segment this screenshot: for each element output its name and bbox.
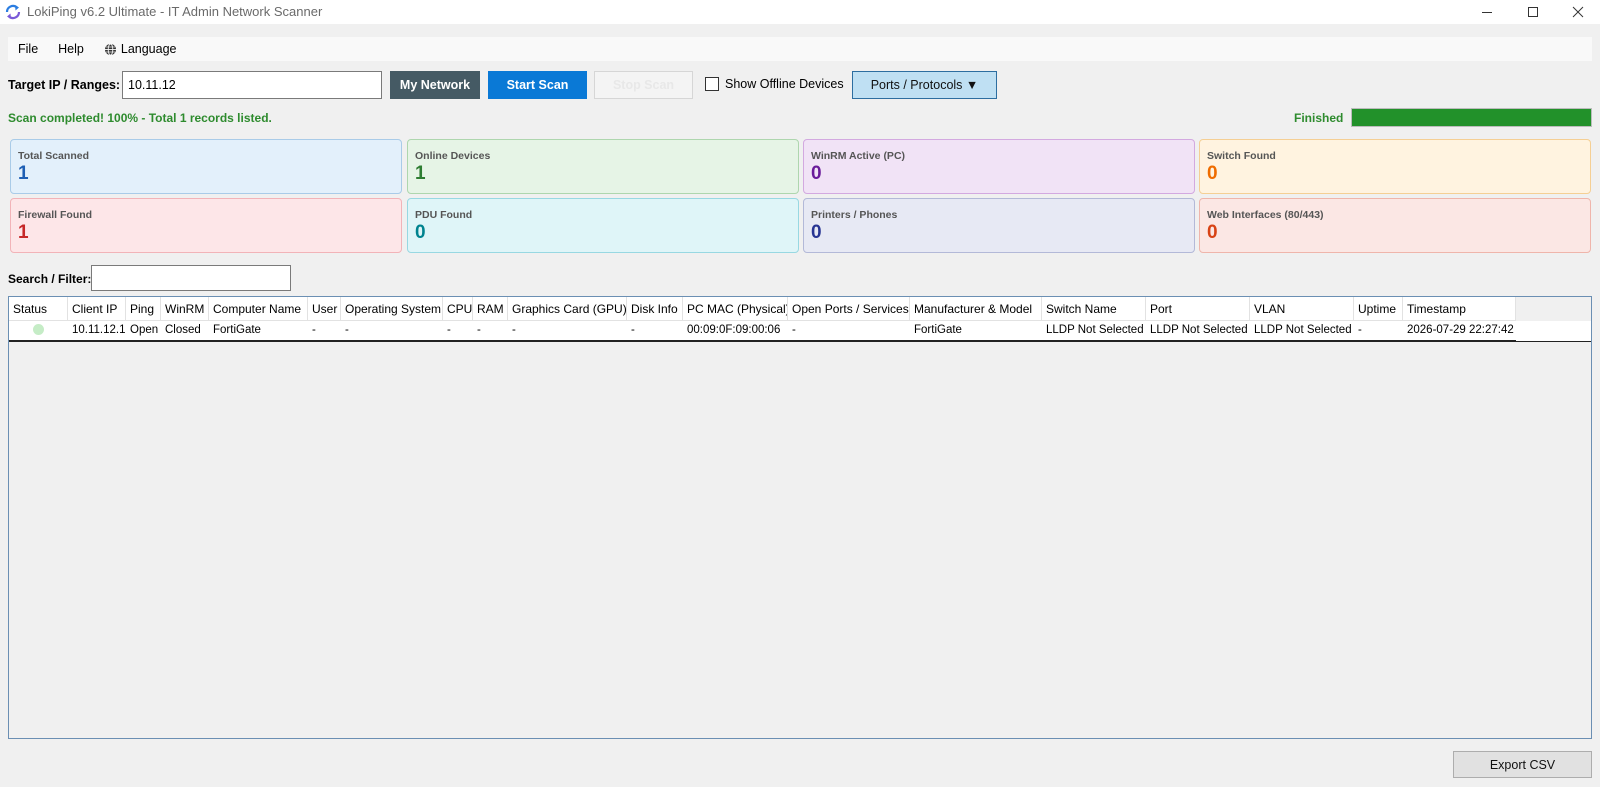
card-value: 0 [1207,222,1218,243]
column-header-pc-mac[interactable]: PC MAC (Physical) [683,297,788,321]
title-bar: LokiPing v6.2 Ultimate - IT Admin Networ… [0,0,1600,24]
cell-cpu: - [447,324,451,336]
column-header-port[interactable]: Port [1146,297,1250,321]
column-header-vlan[interactable]: VLAN [1250,297,1354,321]
cell-gpu: - [512,324,516,336]
card-title: WinRM Active (PC) [811,150,906,162]
my-network-button[interactable]: My Network [390,71,480,99]
search-label: Search / Filter: [8,272,92,286]
window-title: LokiPing v6.2 Ultimate - IT Admin Networ… [27,4,323,19]
column-header-gpu[interactable]: Graphics Card (GPU) [508,297,627,321]
minimize-icon [1482,12,1492,13]
cell-operating-system: - [345,324,349,336]
target-ip-input[interactable] [122,71,382,99]
export-csv-button[interactable]: Export CSV [1453,751,1592,778]
card-value: 0 [1207,163,1218,184]
card-printers-phones: Printers / Phones 0 [803,198,1195,253]
column-header-uptime[interactable]: Uptime [1354,297,1403,321]
cell-manufacturer-model: FortiGate [914,324,962,336]
column-header-switch-name[interactable]: Switch Name [1042,297,1146,321]
cell-ram: - [477,324,481,336]
ports-protocols-button[interactable]: Ports / Protocols ▼ [852,71,997,99]
column-header-client-ip[interactable]: Client IP [68,297,126,321]
column-header-manufacturer-model[interactable]: Manufacturer & Model [910,297,1042,321]
menu-file[interactable]: File [8,42,48,56]
card-value: 1 [415,163,426,184]
cell-switch-name: LLDP Not Selected [1046,324,1144,336]
show-offline-checkbox[interactable] [705,77,719,91]
cell-client-ip: 10.11.12.1 [72,324,126,336]
card-title: Web Interfaces (80/443) [1207,209,1324,221]
close-icon [1572,6,1584,18]
cell-timestamp: 2026-07-29 22:27:42 [1407,324,1514,336]
cell-winrm: Closed [165,324,201,336]
scan-state-label: Finished [1294,111,1344,125]
card-winrm-active: WinRM Active (PC) 0 [803,139,1195,194]
scan-progress-bar [1351,108,1592,127]
sync-arrows-icon [5,4,21,20]
card-title: Switch Found [1207,150,1276,162]
table-row[interactable]: 10.11.12.1 Open Closed FortiGate - - - - - -00:09… [9,321,1516,341]
column-header-user[interactable]: User [308,297,341,321]
card-title: Printers / Phones [811,209,898,221]
cell-ping: Open [130,324,159,336]
cell-disk-info: - [631,324,635,336]
cell-port: LLDP Not Selected [1150,324,1248,336]
column-header-timestamp[interactable]: Timestamp [1403,297,1516,321]
card-value: 1 [18,163,29,184]
menu-bar: File Help Language [8,37,1592,61]
grid-header: Status Client IP Ping WinRM Computer Name Use… [9,297,1516,321]
cell-vlan: LLDP Not Selected [1254,324,1352,336]
card-switch-found: Switch Found 0 [1199,139,1591,194]
card-web-interfaces: Web Interfaces (80/443) 0 [1199,198,1591,253]
stop-scan-button[interactable]: Stop Scan [594,71,693,99]
card-online-devices: Online Devices 1 [407,139,799,194]
minimize-button[interactable] [1464,0,1510,24]
globe-icon [104,43,116,55]
cell-pc-mac: 00:09:0F:09:00:06 [687,324,781,336]
maximize-icon [1528,7,1538,17]
column-header-ping[interactable]: Ping [126,297,161,321]
menu-help[interactable]: Help [48,42,94,56]
cell-uptime: - [1358,324,1362,336]
start-scan-button[interactable]: Start Scan [488,71,587,99]
card-value: 1 [18,222,29,243]
card-value: 0 [811,222,822,243]
card-title: Online Devices [415,150,491,162]
card-value: 0 [415,222,426,243]
cell-status [9,321,68,341]
column-header-open-ports[interactable]: Open Ports / Services [788,297,910,321]
online-status-icon [33,324,44,335]
card-title: Firewall Found [18,209,93,221]
close-button[interactable] [1555,0,1600,24]
card-total-scanned: Total Scanned 1 [10,139,402,194]
card-title: PDU Found [415,209,473,221]
column-header-disk-info[interactable]: Disk Info [627,297,683,321]
cell-user: - [312,324,316,336]
target-label: Target IP / Ranges: [8,78,121,92]
column-header-status[interactable]: Status [9,297,68,321]
menu-language-label: Language [120,42,177,56]
cell-open-ports: - [792,324,796,336]
column-header-operating-system[interactable]: Operating System [341,297,443,321]
cell-computer-name: FortiGate [213,324,261,336]
card-value: 0 [811,163,822,184]
card-pdu-found: PDU Found 0 [407,198,799,253]
show-offline-label: Show Offline Devices [725,77,844,91]
column-header-cpu[interactable]: CPU [443,297,473,321]
results-grid[interactable]: Status Client IP Ping WinRM Computer Name Use… [8,296,1592,739]
column-header-computer-name[interactable]: Computer Name [209,297,308,321]
scan-progress-fill [1352,109,1591,126]
card-title: Total Scanned [18,150,89,162]
column-header-winrm[interactable]: WinRM [161,297,209,321]
search-input[interactable] [91,265,291,291]
card-firewall-found: Firewall Found 1 [10,198,402,253]
menu-language[interactable]: Language [94,42,187,56]
maximize-button[interactable] [1510,0,1556,24]
column-header-ram[interactable]: RAM [473,297,508,321]
show-offline-toggle[interactable]: Show Offline Devices [705,77,844,91]
scan-status-message: Scan completed! 100% - Total 1 records l… [8,111,272,125]
